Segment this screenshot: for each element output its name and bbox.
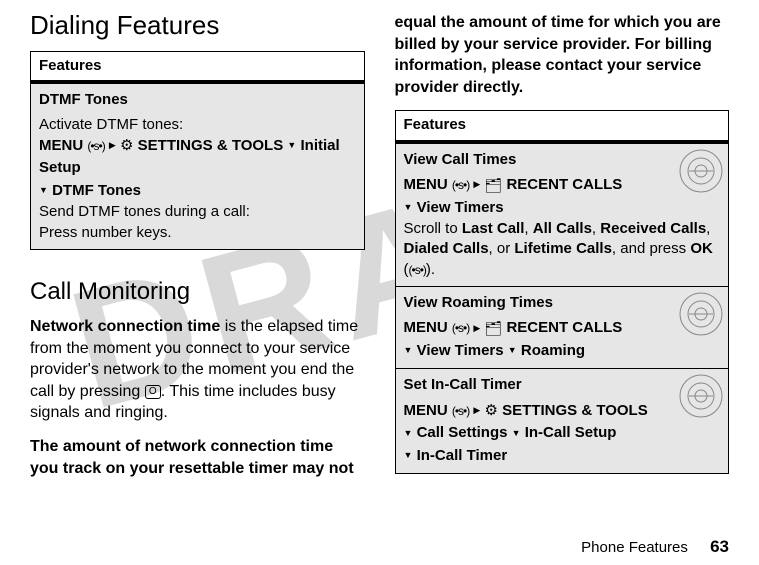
dtmf-activate-line: Activate DTMF tones: bbox=[39, 115, 356, 135]
heading-call-monitoring: Call Monitoring bbox=[30, 278, 365, 306]
gear-icon bbox=[120, 137, 133, 154]
dtmf-press-line: Press number keys. bbox=[39, 223, 356, 243]
arrow-right-icon bbox=[473, 176, 480, 193]
arrow-right-icon bbox=[473, 319, 480, 336]
network-feature-stamp-icon bbox=[678, 148, 724, 194]
scroll-instruction: Scroll to Last Call, All Calls, Received… bbox=[404, 219, 721, 280]
right-column: equal the amount of time for which you a… bbox=[395, 10, 730, 510]
arrow-down-icon bbox=[404, 447, 413, 464]
menu-word: MENU bbox=[39, 137, 83, 154]
arrow-down-icon bbox=[508, 342, 517, 359]
menu-view-timers: View Timers bbox=[417, 199, 504, 216]
arrow-down-icon bbox=[287, 137, 296, 154]
network-feature-stamp-icon bbox=[678, 373, 724, 419]
end-key-icon bbox=[145, 383, 161, 400]
sep2: , bbox=[592, 220, 600, 237]
center-key-icon bbox=[452, 400, 469, 423]
network-feature-stamp-icon bbox=[678, 291, 724, 337]
sep4: , or bbox=[489, 240, 515, 257]
set-incall-menu: MENU SETTINGS & TOOLS Call Settings In-C… bbox=[404, 400, 721, 468]
billing-note-cont: equal the amount of time for which you a… bbox=[395, 12, 730, 98]
center-key-icon bbox=[452, 317, 469, 340]
timers-table: Features View Call Times MENU RECENT CAL… bbox=[395, 110, 730, 474]
dtmf-menu-path: MENU SETTINGS & TOOLS Initial Setup DTMF… bbox=[39, 135, 356, 203]
center-key-icon bbox=[452, 174, 469, 197]
set-incall-timer-row: Set In-Call Timer MENU SETTINGS & TOOLS … bbox=[395, 369, 729, 474]
dtmf-title: DTMF Tones bbox=[39, 90, 356, 110]
menu-recent-calls: RECENT CALLS bbox=[506, 319, 622, 336]
set-incall-timer-title: Set In-Call Timer bbox=[404, 375, 721, 395]
opt-all-calls: All Calls bbox=[533, 220, 592, 237]
sep3: , bbox=[706, 220, 710, 237]
opt-last-call: Last Call bbox=[462, 220, 525, 237]
table-header-features-right: Features bbox=[395, 111, 729, 142]
gear-icon bbox=[485, 402, 498, 419]
menu-word: MENU bbox=[404, 402, 448, 419]
opt-received-calls: Received Calls bbox=[600, 220, 706, 237]
arrow-right-icon bbox=[473, 402, 480, 419]
menu-roaming: Roaming bbox=[521, 342, 585, 359]
footer-page-number: 63 bbox=[710, 537, 729, 556]
menu-recent-calls: RECENT CALLS bbox=[506, 176, 622, 193]
arrow-down-icon bbox=[39, 182, 48, 199]
folder-icon bbox=[485, 176, 503, 193]
arrow-down-icon bbox=[404, 199, 413, 216]
folder-icon bbox=[485, 319, 503, 336]
opt-lifetime-calls: Lifetime Calls bbox=[514, 240, 612, 257]
view-call-times-row: View Call Times MENU RECENT CALLS View T… bbox=[395, 142, 729, 287]
left-column: Dialing Features Features DTMF Tones Act… bbox=[30, 10, 365, 510]
view-roaming-times-title: View Roaming Times bbox=[404, 293, 721, 313]
footer-section: Phone Features bbox=[581, 539, 688, 556]
network-time-bold: Network connection time bbox=[30, 318, 220, 335]
arrow-down-icon bbox=[512, 424, 521, 441]
scroll-b: , and press bbox=[612, 240, 690, 257]
page-footer: Phone Features 63 bbox=[581, 537, 729, 557]
menu-settings-tools: SETTINGS & TOOLS bbox=[502, 402, 648, 419]
page-columns: Dialing Features Features DTMF Tones Act… bbox=[0, 0, 759, 510]
dtmf-row: DTMF Tones Activate DTMF tones: MENU SET… bbox=[31, 82, 365, 249]
menu-incall-setup: In-Call Setup bbox=[525, 424, 617, 441]
menu-incall-timer: In-Call Timer bbox=[417, 447, 508, 464]
arrow-down-icon bbox=[404, 424, 413, 441]
sep1: , bbox=[524, 220, 532, 237]
center-key-icon bbox=[409, 260, 426, 280]
dtmf-send-line: Send DTMF tones during a call: bbox=[39, 202, 356, 222]
view-call-times-title: View Call Times bbox=[404, 150, 721, 170]
scroll-a: Scroll to bbox=[404, 220, 462, 237]
center-key-icon bbox=[87, 135, 104, 158]
arrow-down-icon bbox=[404, 342, 413, 359]
menu-settings-tools: SETTINGS & TOOLS bbox=[138, 137, 284, 154]
menu-view-timers: View Timers bbox=[417, 342, 504, 359]
view-roaming-times-row: View Roaming Times MENU RECENT CALLS Vie… bbox=[395, 286, 729, 368]
menu-dtmf-tones: DTMF Tones bbox=[52, 182, 141, 199]
opt-dialed-calls: Dialed Calls bbox=[404, 240, 489, 257]
billing-note-start: The amount of network connection time yo… bbox=[30, 436, 365, 479]
paren-close: ). bbox=[426, 261, 435, 278]
view-call-times-menu: MENU RECENT CALLS View Timers bbox=[404, 174, 721, 219]
ok-label: OK bbox=[690, 240, 713, 257]
menu-call-settings: Call Settings bbox=[417, 424, 508, 441]
menu-word: MENU bbox=[404, 176, 448, 193]
table-header-features-left: Features bbox=[31, 52, 365, 83]
dtmf-table: Features DTMF Tones Activate DTMF tones:… bbox=[30, 51, 365, 250]
menu-word: MENU bbox=[404, 319, 448, 336]
heading-dialing-features: Dialing Features bbox=[30, 10, 365, 41]
view-roaming-menu: MENU RECENT CALLS View Timers Roaming bbox=[404, 317, 721, 362]
network-time-para: Network connection time is the elapsed t… bbox=[30, 316, 365, 424]
arrow-right-icon bbox=[109, 137, 116, 154]
